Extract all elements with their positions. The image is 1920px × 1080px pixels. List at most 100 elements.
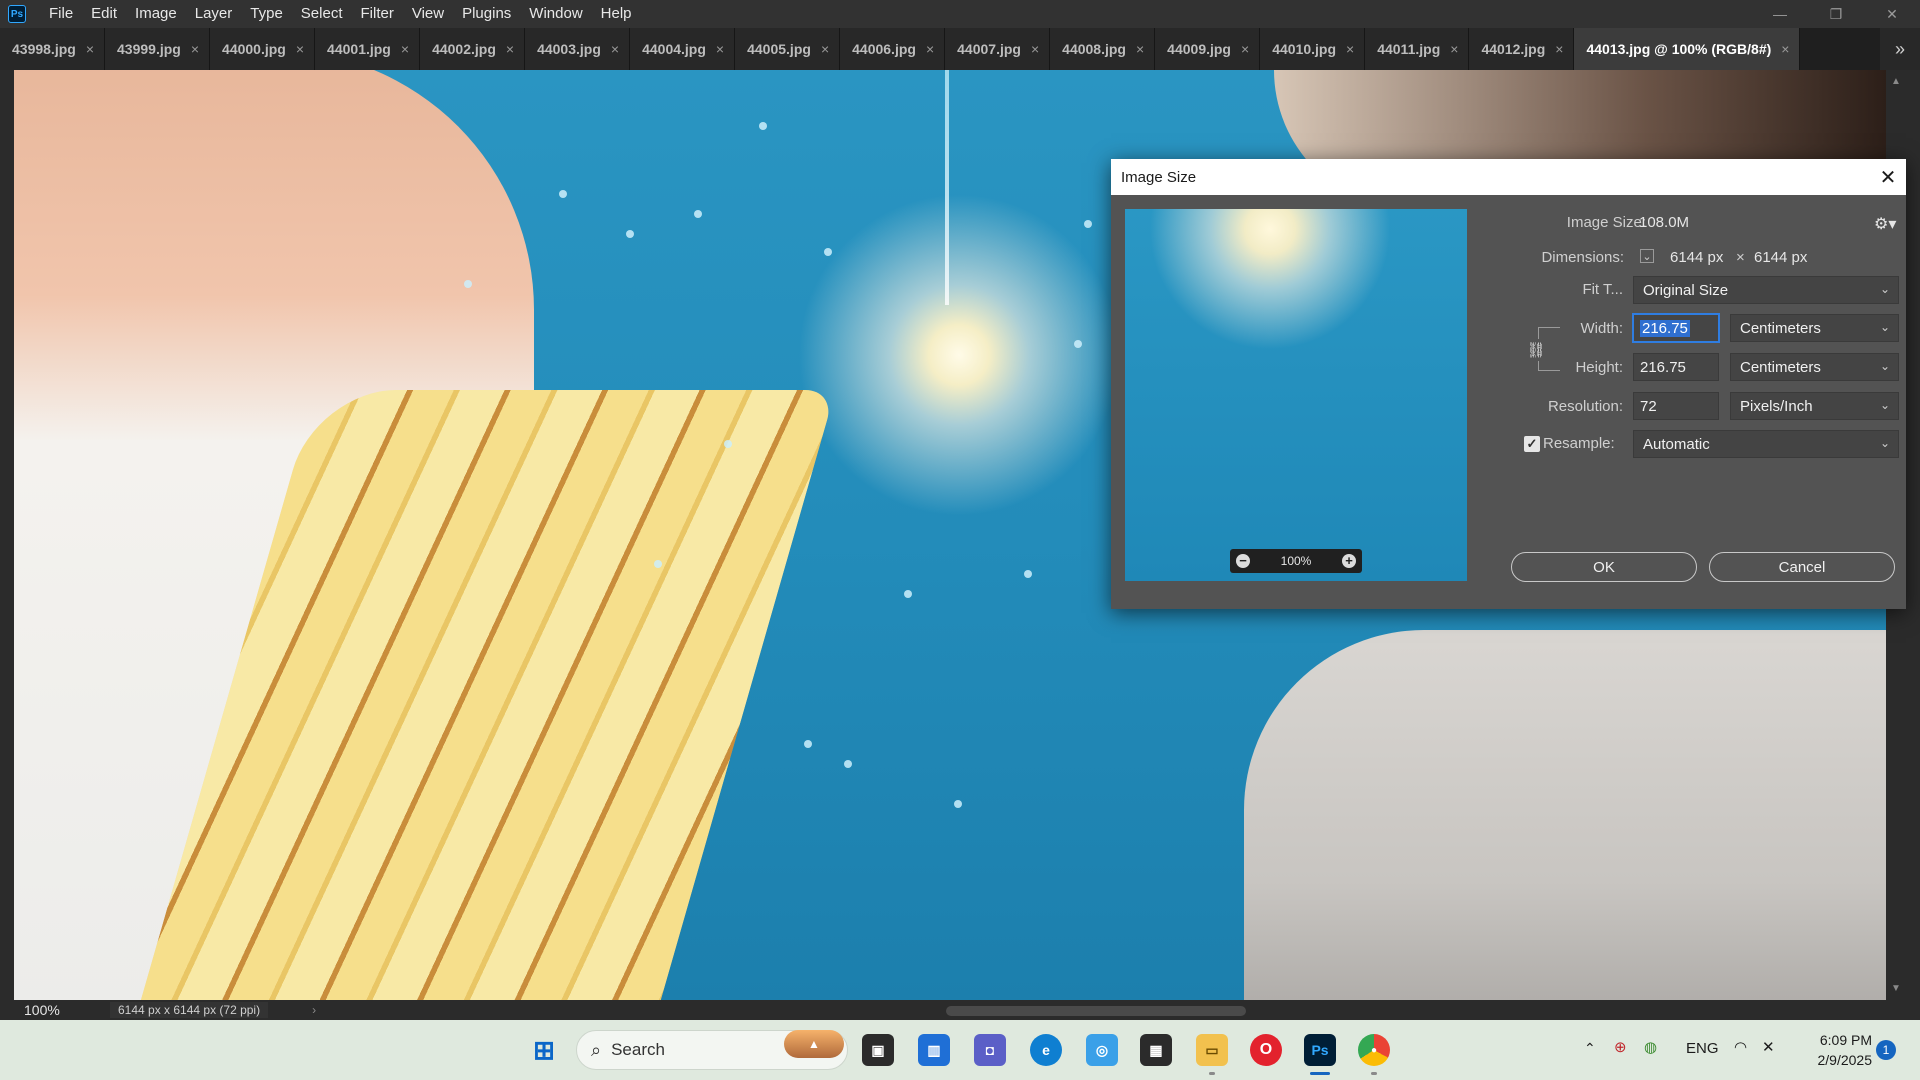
restore-icon[interactable]: ❐ (1808, 0, 1864, 28)
language-indicator[interactable]: ENG (1686, 1040, 1719, 1057)
tab-document[interactable]: 44011.jpg × (1365, 28, 1470, 70)
zoom-in-icon[interactable]: + (1341, 554, 1356, 568)
minimize-icon[interactable]: — (1752, 0, 1808, 28)
dialog-title-bar[interactable]: Image Size ✕ (1111, 159, 1906, 195)
close-icon[interactable]: ✕ (1870, 159, 1906, 195)
tab-document[interactable]: 44005.jpg × (735, 28, 841, 70)
tab-label: 44002.jpg (432, 41, 496, 57)
tab-close-icon[interactable]: × (1450, 41, 1458, 57)
task-view-icon[interactable]: ▣ (862, 1034, 894, 1066)
image-size-label: Image Size: (1566, 214, 1646, 231)
notification-badge[interactable]: 1 (1876, 1040, 1896, 1060)
widgets-icon[interactable]: ▥ (918, 1034, 950, 1066)
tab-close-icon[interactable]: × (926, 41, 934, 57)
menu-edit[interactable]: Edit (82, 0, 126, 28)
tab-close-icon[interactable]: × (1031, 41, 1039, 57)
menu-file[interactable]: File (40, 0, 82, 28)
tab-close-icon[interactable]: × (296, 41, 304, 57)
dimensions-dropdown-icon[interactable]: ⌄ (1640, 249, 1654, 263)
tab-document[interactable]: 44001.jpg × (315, 28, 421, 70)
gear-icon[interactable]: ⚙▾ (1874, 214, 1896, 234)
file-explorer-icon[interactable]: ▭ (1196, 1034, 1228, 1066)
resample-value: Automatic (1643, 435, 1710, 453)
horizontal-scrollbar[interactable] (310, 1004, 1870, 1016)
globe-icon[interactable]: ◍ (1644, 1038, 1657, 1056)
microsoft-store-icon[interactable]: ▦ (1140, 1034, 1172, 1066)
opera-browser-icon[interactable]: O (1250, 1034, 1282, 1066)
tab-close-icon[interactable]: × (821, 41, 829, 57)
width-input[interactable]: 216.75 (1633, 314, 1719, 342)
tab-document[interactable]: 44010.jpg × (1260, 28, 1366, 70)
vpn-icon[interactable]: ⊕ (1614, 1038, 1627, 1056)
menu-view[interactable]: View (403, 0, 453, 28)
snow-speck (464, 280, 472, 288)
teams-chat-icon[interactable]: ◘ (974, 1034, 1006, 1066)
tab-document[interactable]: 44002.jpg × (420, 28, 526, 70)
height-input[interactable]: 216.75 (1633, 353, 1719, 381)
volume-muted-icon[interactable]: ✕ (1762, 1038, 1775, 1056)
width-unit-select[interactable]: Centimeters ⌄ (1730, 314, 1899, 342)
chain-link-icon[interactable]: ⛓ (1526, 339, 1546, 361)
scroll-down-icon[interactable]: ▼ (1886, 983, 1906, 994)
chrome-browser-icon[interactable]: ● (1358, 1034, 1390, 1066)
tab-overflow-icon[interactable]: » (1880, 28, 1920, 70)
menu-filter[interactable]: Filter (352, 0, 403, 28)
tab-close-icon[interactable]: × (1136, 41, 1144, 57)
tray-overflow-chevron-icon[interactable]: ⌃ (1584, 1040, 1596, 1057)
tab-document[interactable]: 44007.jpg × (945, 28, 1051, 70)
close-window-icon[interactable]: ✕ (1864, 0, 1920, 28)
tab-document[interactable]: 44012.jpg × (1469, 28, 1575, 70)
tab-close-icon[interactable]: × (1241, 41, 1249, 57)
resample-select[interactable]: Automatic ⌄ (1633, 430, 1899, 458)
image-preview[interactable]: − 100% + (1125, 209, 1467, 581)
tab-document[interactable]: 44006.jpg × (840, 28, 946, 70)
tab-close-icon[interactable]: × (191, 41, 199, 57)
snow-speck (904, 590, 912, 598)
tab-close-icon[interactable]: × (86, 41, 94, 57)
tab-close-icon[interactable]: × (611, 41, 619, 57)
menu-image[interactable]: Image (126, 0, 186, 28)
cancel-button[interactable]: Cancel (1709, 552, 1895, 582)
ok-button[interactable]: OK (1511, 552, 1697, 582)
search-highlight-icon[interactable]: ▲ (784, 1030, 844, 1058)
photoshop-logo-icon[interactable]: Ps (8, 5, 26, 23)
menu-help[interactable]: Help (592, 0, 641, 28)
tab-document[interactable]: 44003.jpg × (525, 28, 631, 70)
tab-document[interactable]: 44009.jpg × (1155, 28, 1261, 70)
menu-layer[interactable]: Layer (186, 0, 242, 28)
tab-label: 44007.jpg (957, 41, 1021, 57)
menu-window[interactable]: Window (520, 0, 591, 28)
scroll-up-icon[interactable]: ▲ (1886, 76, 1906, 87)
tab-close-icon[interactable]: × (716, 41, 724, 57)
tab-document[interactable]: 43998.jpg × (0, 28, 106, 70)
tab-close-icon[interactable]: × (506, 41, 514, 57)
menu-select[interactable]: Select (292, 0, 352, 28)
tab-close-icon[interactable]: × (1781, 41, 1789, 57)
zoom-level[interactable]: 100% (0, 1002, 94, 1018)
resolution-unit-select[interactable]: Pixels/Inch ⌄ (1730, 392, 1899, 420)
tab-document[interactable]: 44000.jpg × (210, 28, 316, 70)
windows-start-icon[interactable]: ⊞ (528, 1034, 560, 1066)
tab-close-icon[interactable]: × (1555, 41, 1563, 57)
taskbar-clock[interactable]: 6:09 PM 2/9/2025 (1800, 1030, 1873, 1070)
resolution-input[interactable]: 72 (1633, 392, 1719, 420)
resample-checkbox[interactable]: ✓ (1524, 436, 1540, 452)
fit-to-select[interactable]: Original Size ⌄ (1633, 276, 1899, 304)
tab-document[interactable]: 44004.jpg × (630, 28, 736, 70)
horizontal-scroll-thumb[interactable] (946, 1006, 1246, 1016)
height-unit-select[interactable]: Centimeters ⌄ (1730, 353, 1899, 381)
zoom-out-icon[interactable]: − (1236, 554, 1250, 568)
tab-document[interactable]: 43999.jpg × (105, 28, 211, 70)
tab-document[interactable]: 44008.jpg × (1050, 28, 1156, 70)
tab-document[interactable]: 44013.jpg @ 100% (RGB/8#) × (1574, 28, 1801, 70)
menu-type[interactable]: Type (241, 0, 292, 28)
edge-browser-icon[interactable]: e (1030, 1034, 1062, 1066)
tab-close-icon[interactable]: × (401, 41, 409, 57)
menu-plugins[interactable]: Plugins (453, 0, 520, 28)
wifi-icon[interactable]: ◠ (1734, 1038, 1747, 1056)
snipping-tool-icon[interactable]: ◎ (1086, 1034, 1118, 1066)
canvas-photo-region (1244, 630, 1886, 1000)
tab-close-icon[interactable]: × (1346, 41, 1354, 57)
snow-speck (824, 248, 832, 256)
photoshop-taskbar-icon[interactable]: Ps (1304, 1034, 1336, 1066)
